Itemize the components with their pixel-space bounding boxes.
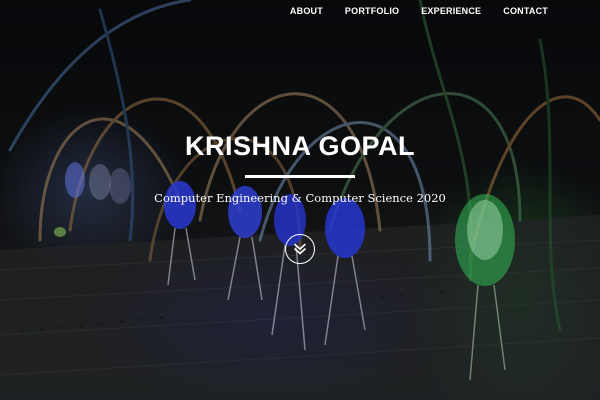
hero-section: ABOUT PORTFOLIO EXPERIENCE CONTACT KRISH…: [0, 0, 600, 400]
nav-link-portfolio[interactable]: PORTFOLIO: [345, 6, 399, 16]
nav-link-experience[interactable]: EXPERIENCE: [421, 6, 481, 16]
hero-content: KRISHNA GOPAL Computer Engineering & Com…: [0, 130, 600, 264]
nav-link-about[interactable]: ABOUT: [290, 6, 323, 16]
scroll-down-button[interactable]: [285, 234, 315, 264]
top-navigation: ABOUT PORTFOLIO EXPERIENCE CONTACT: [268, 6, 548, 16]
title-divider: [245, 175, 355, 178]
double-chevron-down-icon: [294, 243, 306, 255]
hero-title: KRISHNA GOPAL: [184, 131, 415, 161]
hero-subtitle: Computer Engineering & Computer Science …: [154, 191, 446, 205]
nav-link-contact[interactable]: CONTACT: [503, 6, 548, 16]
